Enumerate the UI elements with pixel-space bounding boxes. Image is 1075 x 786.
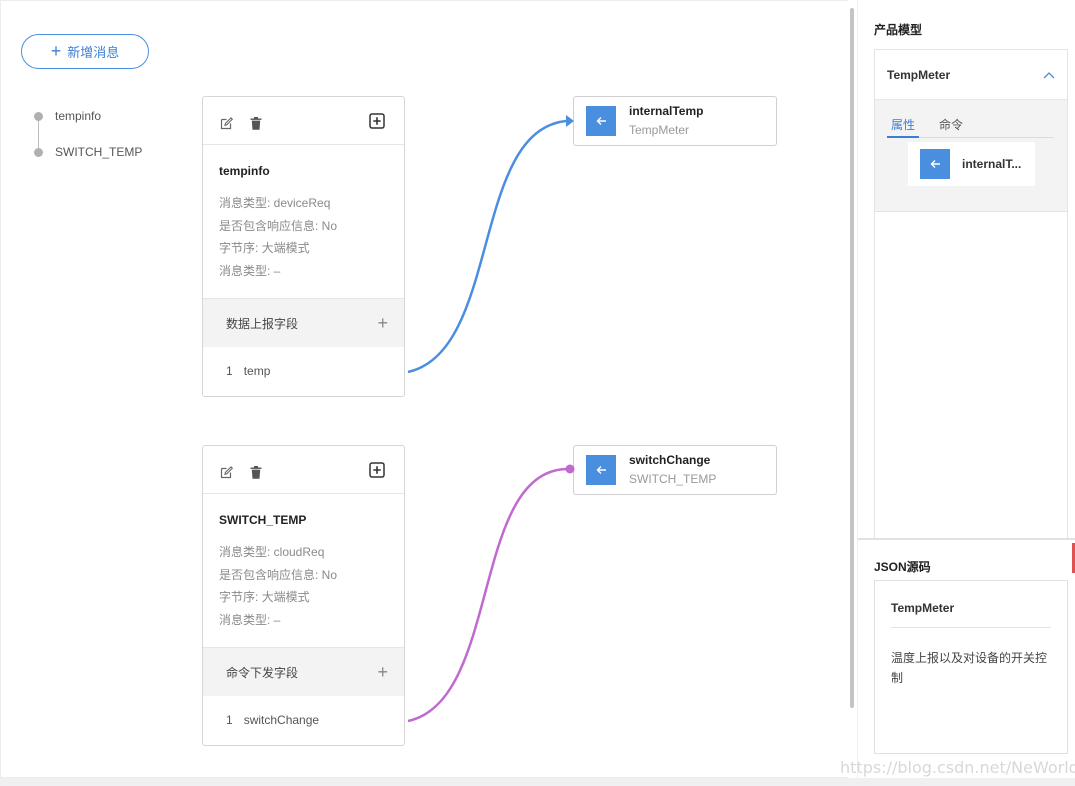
target-subtitle: TempMeter	[629, 122, 690, 137]
message-card-tempinfo: tempinfo 消息类型: deviceReq 是否包含响应信息: No 字节…	[202, 96, 405, 397]
model-tabs: 属性 命令	[887, 116, 1054, 138]
field-index: 1	[226, 713, 233, 727]
trash-icon[interactable]	[250, 117, 262, 132]
property-card-internaltemp[interactable]: internalT...	[908, 142, 1035, 186]
mapping-canvas: + 新增消息 tempinfo SWITCH_TEMP tempinfo 消息类…	[0, 0, 848, 778]
link-arrow-icon	[586, 106, 616, 136]
card-toolbar	[203, 446, 404, 494]
product-model-box: TempMeter 属性 命令 internalT...	[874, 49, 1068, 539]
card-info-message-type-2: 消息类型: –	[219, 612, 281, 627]
right-panel: 产品模型 TempMeter 属性 命令 internalT... JSON源码…	[857, 0, 1075, 778]
tab-properties[interactable]: 属性	[887, 116, 920, 138]
message-card-switch-temp: SWITCH_TEMP 消息类型: cloudReq 是否包含响应信息: No …	[202, 445, 405, 746]
json-model-title: TempMeter	[891, 581, 1051, 628]
plus-icon: +	[50, 40, 62, 61]
link-temp-to-internaltemp	[407, 119, 567, 374]
json-source-box: TempMeter 温度上报以及对设备的开关控制	[874, 580, 1068, 754]
card-title: SWITCH_TEMP	[219, 513, 307, 527]
message-list-item-label: SWITCH_TEMP	[55, 145, 143, 159]
message-list-item-label: tempinfo	[55, 109, 102, 123]
target-name: switchChange	[629, 452, 711, 467]
field-name: temp	[243, 364, 271, 378]
message-list: tempinfo SWITCH_TEMP	[31, 109, 142, 181]
target-command-switchchange[interactable]: switchChange SWITCH_TEMP	[573, 445, 777, 495]
field-section-label: 命令下发字段	[226, 665, 299, 680]
watermark: https://blog.csdn.net/NeWorld20	[840, 758, 1075, 777]
card-info-message-type: 消息类型: deviceReq	[219, 196, 331, 210]
canvas-scrollbar-thumb[interactable]	[850, 8, 854, 708]
field-index: 1	[226, 364, 233, 378]
field-section-header: 数据上报字段 +	[203, 298, 404, 347]
message-list-item-switch-temp[interactable]: SWITCH_TEMP	[31, 145, 142, 181]
card-info-response: 是否包含响应信息: No	[219, 218, 338, 233]
model-body: 属性 命令 internalT...	[875, 100, 1067, 212]
model-name: TempMeter	[887, 67, 951, 82]
card-info: 消息类型: cloudReq 是否包含响应信息: No 字节序: 大端模式 消息…	[203, 541, 404, 647]
field-section-header: 命令下发字段 +	[203, 647, 404, 696]
bottom-scrollbar[interactable]	[0, 778, 1075, 786]
message-list-item-tempinfo[interactable]: tempinfo	[31, 109, 142, 145]
panel-divider[interactable]	[858, 538, 1075, 540]
field-row-temp[interactable]: 1 temp	[203, 347, 404, 395]
add-field-plus-icon[interactable]: +	[377, 313, 388, 334]
link-switchchange-to-switchchange	[407, 467, 568, 723]
add-field-box-icon[interactable]	[369, 462, 385, 480]
json-heading: JSON源码	[874, 560, 931, 574]
target-subtitle: SWITCH_TEMP	[629, 471, 717, 486]
target-property-internaltemp[interactable]: internalTemp TempMeter	[573, 96, 777, 146]
edit-icon[interactable]	[220, 466, 234, 481]
json-model-description: 温度上报以及对设备的开关控制	[891, 651, 1048, 685]
card-title: tempinfo	[219, 164, 270, 178]
trash-icon[interactable]	[250, 466, 262, 481]
bullet-dot-icon	[34, 148, 43, 157]
edit-icon[interactable]	[220, 117, 234, 132]
target-name: internalTemp	[629, 103, 704, 118]
card-info: 消息类型: deviceReq 是否包含响应信息: No 字节序: 大端模式 消…	[203, 192, 404, 298]
field-row-switchchange[interactable]: 1 switchChange	[203, 696, 404, 744]
field-section-label: 数据上报字段	[226, 316, 299, 331]
property-name: internalT...	[962, 157, 1022, 171]
tab-commands[interactable]: 命令	[935, 116, 967, 138]
product-model-heading: 产品模型	[874, 23, 923, 37]
add-message-button[interactable]: + 新增消息	[21, 34, 149, 69]
model-collapse-header[interactable]: TempMeter	[875, 50, 1067, 100]
link-arrow-icon	[920, 149, 950, 179]
chevron-up-icon	[1043, 68, 1055, 82]
bullet-dot-icon	[34, 112, 43, 121]
add-field-box-icon[interactable]	[369, 113, 385, 131]
card-info-message-type: 消息类型: cloudReq	[219, 545, 325, 559]
card-info-byte-order: 字节序: 大端模式	[219, 590, 310, 604]
link-arrow-icon	[586, 455, 616, 485]
add-field-plus-icon[interactable]: +	[377, 662, 388, 683]
card-info-response: 是否包含响应信息: No	[219, 567, 338, 582]
card-info-message-type-2: 消息类型: –	[219, 263, 281, 278]
field-name: switchChange	[243, 713, 320, 727]
card-toolbar	[203, 97, 404, 145]
card-info-byte-order: 字节序: 大端模式	[219, 241, 310, 255]
add-message-label: 新增消息	[67, 45, 120, 60]
